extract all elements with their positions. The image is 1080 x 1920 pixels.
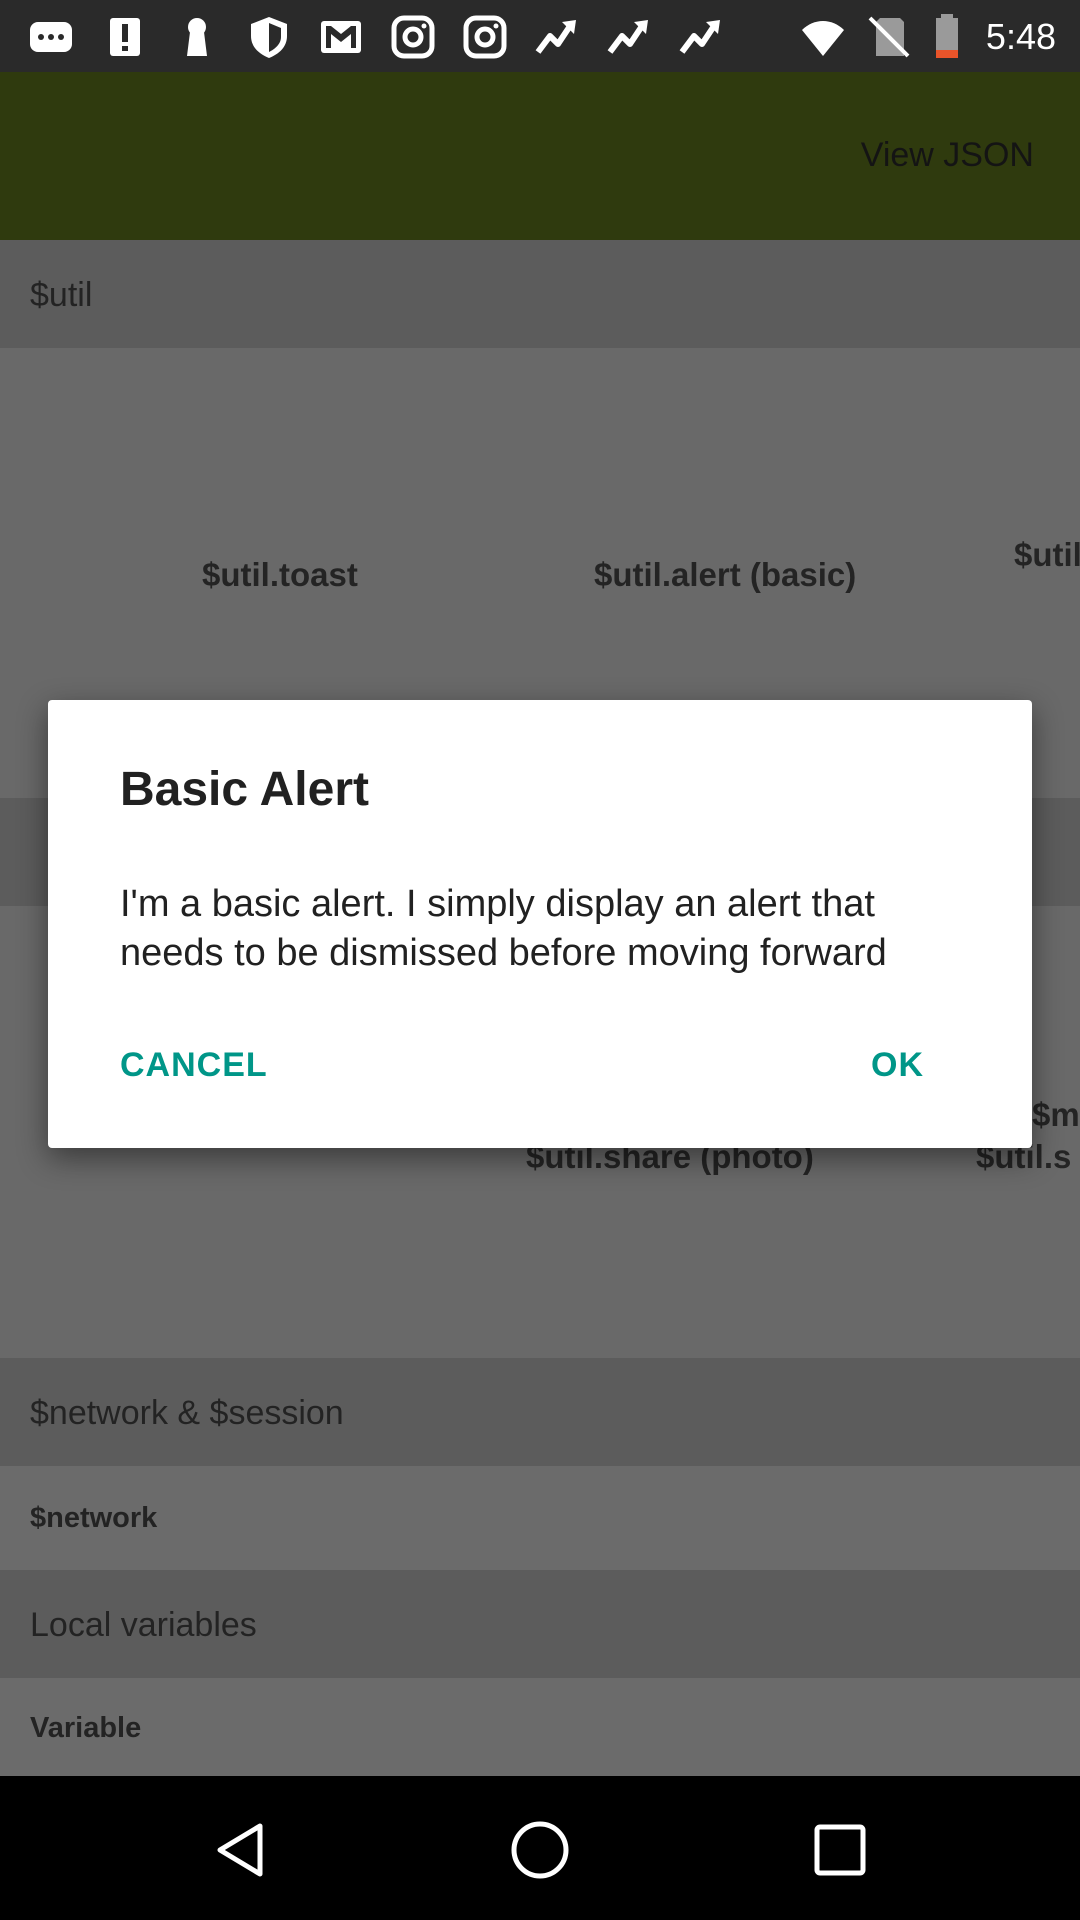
- dialog-title: Basic Alert: [120, 763, 369, 816]
- trending-icon: [535, 20, 576, 54]
- navigation-bar: [0, 1776, 1080, 1920]
- back-icon[interactable]: [212, 1822, 268, 1878]
- message-icon: [30, 22, 72, 52]
- trending-icon: [607, 20, 648, 54]
- alert-dialog: Basic Alert I'm a basic alert. I simply …: [48, 700, 1032, 1148]
- gmail-icon: [321, 21, 361, 53]
- status-bar: 5:48: [0, 0, 1080, 72]
- cancel-button[interactable]: CANCEL: [120, 1046, 268, 1085]
- clock: 5:48: [985, 16, 1056, 57]
- ok-button[interactable]: OK: [871, 1046, 924, 1085]
- home-icon[interactable]: [510, 1820, 570, 1880]
- wifi-icon: [802, 21, 844, 56]
- battery-low-icon: [936, 14, 958, 58]
- alert-icon: [110, 18, 140, 56]
- keyhole-icon: [187, 18, 207, 56]
- instagram-icon: [463, 15, 507, 59]
- trending-icon: [679, 20, 720, 54]
- shield-icon: [251, 17, 287, 58]
- recents-icon[interactable]: [814, 1824, 866, 1876]
- dialog-message: I'm a basic alert. I simply display an a…: [120, 883, 887, 974]
- instagram-icon: [391, 15, 435, 59]
- no-sim-icon: [868, 16, 910, 58]
